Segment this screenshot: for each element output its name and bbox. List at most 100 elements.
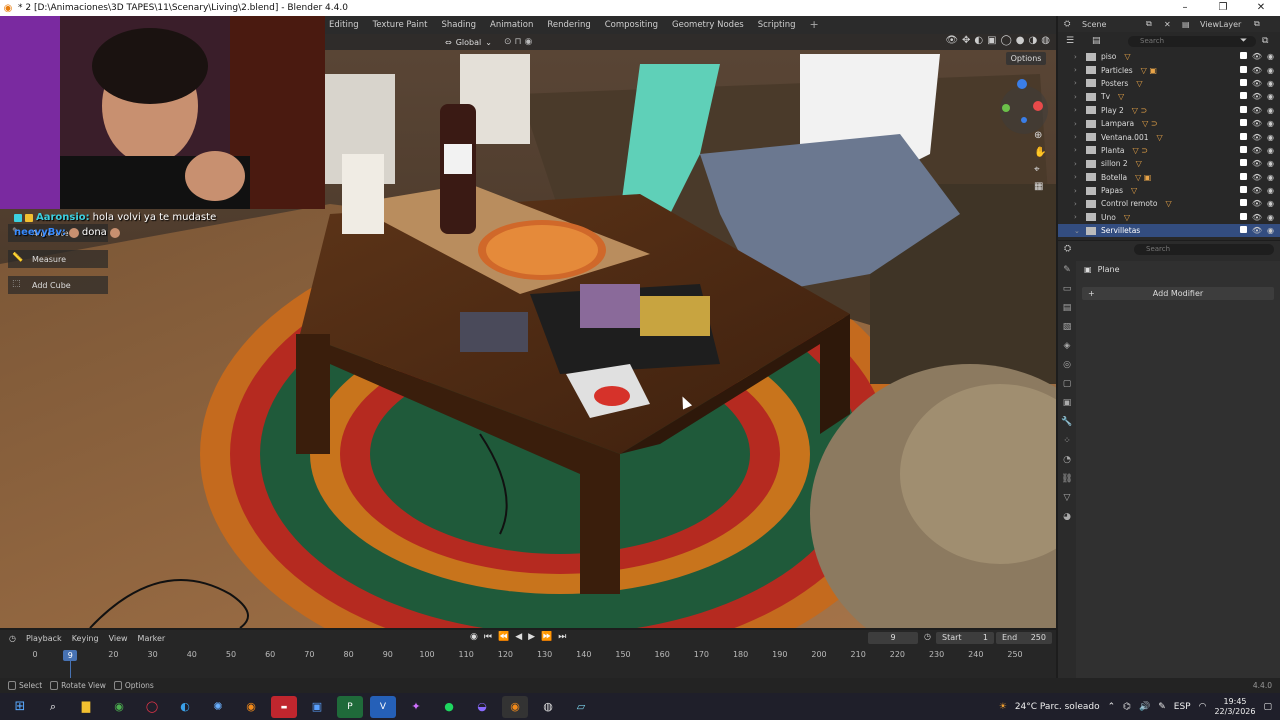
app2-icon[interactable]: ▱: [568, 696, 594, 718]
tab-geometry-nodes[interactable]: Geometry Nodes: [665, 16, 751, 34]
photoshop-icon[interactable]: ▣: [304, 696, 330, 718]
new-collection-icon[interactable]: ⧉: [1262, 36, 1268, 46]
overlay-icon[interactable]: ◐: [974, 35, 983, 46]
include-checkbox[interactable]: [1239, 105, 1247, 113]
grid-icon[interactable]: ▦: [1034, 181, 1046, 192]
outliner-row[interactable]: › Control remoto ▽ 👁 ◉: [1058, 197, 1280, 210]
expand-arrow-icon[interactable]: ›: [1074, 133, 1086, 141]
play-icon[interactable]: ▶: [528, 632, 535, 642]
include-checkbox[interactable]: [1239, 226, 1247, 234]
object-tab-icon[interactable]: ▣: [1061, 398, 1073, 412]
outliner-row[interactable]: › sillon 2 ▽ 👁 ◉: [1058, 157, 1280, 170]
eye-icon[interactable]: 👁: [1252, 92, 1262, 101]
add-modifier-button[interactable]: + Add Modifier: [1082, 287, 1274, 300]
camera-render-icon[interactable]: ◉: [1267, 146, 1274, 155]
outliner-row[interactable]: › Posters ▽ 👁 ◉: [1058, 77, 1280, 90]
properties-search-input[interactable]: Search: [1134, 244, 1274, 255]
rendered-shading-icon[interactable]: ◍: [1041, 35, 1050, 46]
add-cube-tool[interactable]: ⬚ Add Cube: [8, 276, 108, 294]
hand-pan-icon[interactable]: ✋: [1034, 147, 1046, 158]
camera-render-icon[interactable]: ◉: [1267, 159, 1274, 168]
vegas-icon[interactable]: V: [370, 695, 396, 718]
orientation-dropdown[interactable]: ⇔ Global ⌄: [445, 38, 492, 47]
wireframe-shading-icon[interactable]: ◯: [1001, 35, 1012, 46]
network-icon[interactable]: ⌬: [1123, 702, 1131, 712]
outliner-row[interactable]: › Papas ▽ 👁 ◉: [1058, 184, 1280, 197]
render-tab-icon[interactable]: ▭: [1061, 284, 1073, 298]
data-tab-icon[interactable]: ▽: [1061, 493, 1073, 507]
new-scene-icon[interactable]: ⧉: [1146, 19, 1152, 29]
blender-task-icon[interactable]: ◉: [238, 696, 264, 718]
constraints-tab-icon[interactable]: ⛓: [1061, 474, 1073, 488]
eye-icon[interactable]: 👁: [1252, 106, 1262, 115]
volume-icon[interactable]: 🔊: [1139, 702, 1150, 712]
zoom-icon[interactable]: ⊕: [1034, 130, 1046, 141]
camera-render-icon[interactable]: ◉: [1267, 66, 1274, 75]
clock[interactable]: 19:45 22/3/2026: [1214, 697, 1255, 717]
proportional-edit-icon[interactable]: ◉: [525, 37, 533, 47]
expand-arrow-icon[interactable]: ›: [1074, 187, 1086, 195]
record-icon[interactable]: ◉: [470, 632, 478, 642]
include-checkbox[interactable]: [1239, 172, 1247, 180]
keying-menu[interactable]: Keying: [67, 634, 104, 643]
expand-arrow-icon[interactable]: ›: [1074, 79, 1086, 87]
include-checkbox[interactable]: [1239, 78, 1247, 86]
eye-icon[interactable]: 👁: [1252, 133, 1262, 142]
expand-arrow-icon[interactable]: ›: [1074, 66, 1086, 74]
tab-scripting[interactable]: Scripting: [751, 16, 803, 34]
camera-render-icon[interactable]: ◉: [1267, 186, 1274, 195]
include-checkbox[interactable]: [1239, 132, 1247, 140]
modifier-tab-icon[interactable]: 🔧: [1061, 417, 1073, 431]
eye-icon[interactable]: 👁: [1252, 186, 1262, 195]
video-app-icon[interactable]: ▬: [271, 695, 297, 718]
editor-type-icon[interactable]: ☰: [1066, 36, 1074, 46]
editor-type-icon[interactable]: ◷: [4, 634, 21, 643]
tab-shading[interactable]: Shading: [434, 16, 483, 34]
file-explorer-icon[interactable]: ▇: [73, 696, 99, 718]
app-icon[interactable]: ✺: [205, 696, 231, 718]
add-workspace-button[interactable]: +: [803, 16, 826, 34]
obs-icon[interactable]: ◍: [535, 696, 561, 718]
playback-menu[interactable]: Playback: [21, 634, 67, 643]
pycharm-icon[interactable]: P: [337, 695, 363, 718]
eye-icon[interactable]: 👁: [1252, 146, 1262, 155]
include-checkbox[interactable]: [1239, 186, 1247, 194]
search-icon[interactable]: ⌕: [40, 696, 66, 718]
chrome-icon[interactable]: ◉: [106, 696, 132, 718]
eye-icon[interactable]: 👁: [1252, 66, 1262, 75]
include-checkbox[interactable]: [1239, 65, 1247, 73]
davinci-icon[interactable]: ✦: [403, 696, 429, 718]
end-frame-field[interactable]: End 250: [996, 632, 1052, 644]
solid-shading-icon[interactable]: ●: [1016, 35, 1025, 46]
options-button[interactable]: Options: [1006, 52, 1046, 65]
collection-tab-icon[interactable]: ▢: [1061, 379, 1073, 393]
include-checkbox[interactable]: [1239, 212, 1247, 220]
expand-arrow-icon[interactable]: ›: [1074, 106, 1086, 114]
tab-editing[interactable]: Editing: [322, 16, 366, 34]
visibility-icon[interactable]: 👁: [945, 35, 958, 46]
measure-tool[interactable]: 📏 Measure: [8, 250, 108, 268]
play-reverse-icon[interactable]: ◀: [515, 632, 522, 642]
playhead[interactable]: 9: [63, 650, 78, 661]
expand-arrow-icon[interactable]: ›: [1074, 120, 1086, 128]
world-tab-icon[interactable]: ◎: [1061, 360, 1073, 374]
collapse-arrow-icon[interactable]: ⌄: [1074, 227, 1086, 235]
outliner-row[interactable]: › Play 2 ▽ ⊃ 👁 ◉: [1058, 104, 1280, 117]
filter-icon[interactable]: ⏷: [1240, 36, 1247, 46]
camera-render-icon[interactable]: ◉: [1267, 199, 1274, 208]
include-checkbox[interactable]: [1239, 199, 1247, 207]
blender-active-icon[interactable]: ◉: [502, 695, 528, 718]
eye-icon[interactable]: 👁: [1252, 119, 1262, 128]
close-button[interactable]: ✕: [1242, 0, 1280, 16]
start-frame-field[interactable]: Start 1: [936, 632, 994, 644]
tool-tab-icon[interactable]: ✎: [1061, 265, 1073, 279]
jump-end-icon[interactable]: ⏭: [558, 632, 566, 642]
output-tab-icon[interactable]: ▤: [1061, 303, 1073, 317]
outliner-search-input[interactable]: Search: [1128, 35, 1256, 47]
outliner-row[interactable]: › Tv ▽ 👁 ◉: [1058, 90, 1280, 103]
camera-render-icon[interactable]: ◉: [1267, 173, 1274, 182]
view-layer-selector[interactable]: ViewLayer: [1200, 20, 1241, 29]
new-layer-icon[interactable]: ⧉: [1254, 19, 1260, 29]
outliner-row[interactable]: › Botella ▽ ▣ 👁 ◉: [1058, 171, 1280, 184]
snap-icon[interactable]: ⊓: [514, 37, 521, 47]
